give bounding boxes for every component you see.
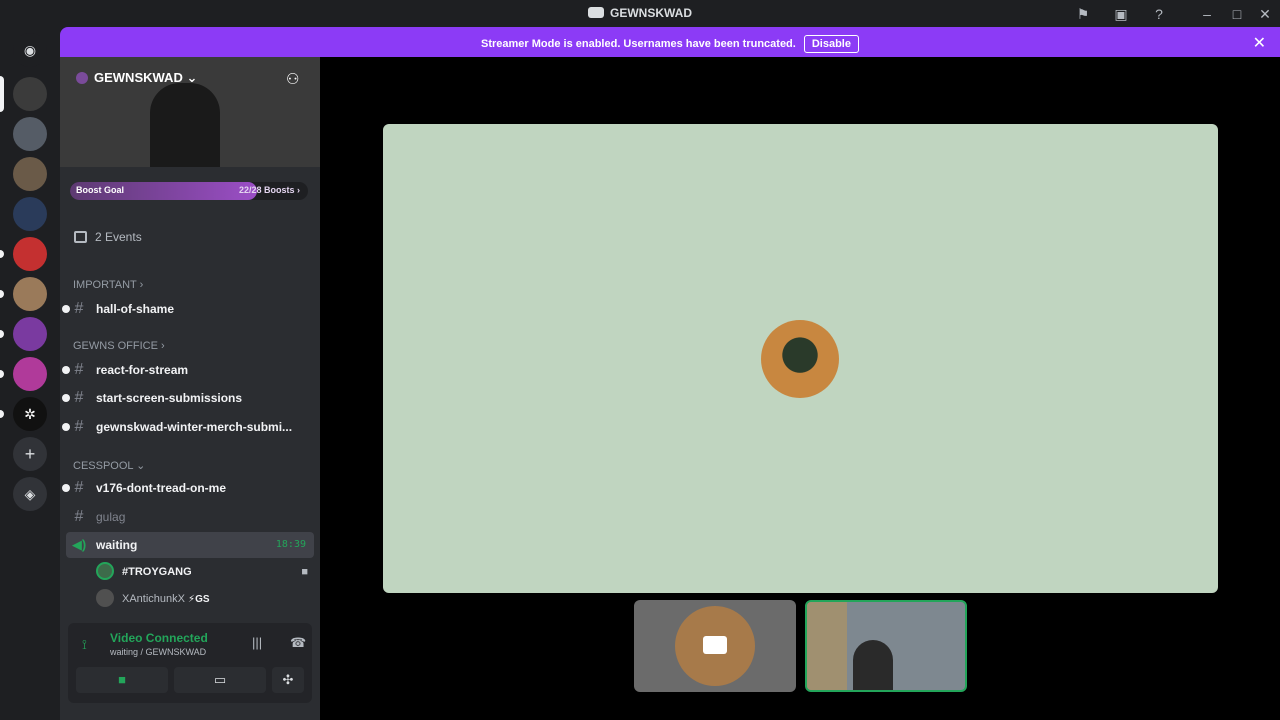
server-icon[interactable] bbox=[13, 277, 47, 311]
camera-button[interactable]: ■ bbox=[76, 667, 168, 693]
active-server-pill bbox=[0, 76, 4, 112]
boost-goal-label: Boost Goal bbox=[76, 185, 125, 195]
streamer-mode-banner: Streamer Mode is enabled. Usernames have… bbox=[60, 27, 1280, 57]
signal-icon[interactable]: ⟟ bbox=[82, 637, 87, 653]
text-channel-icon: # bbox=[74, 389, 84, 406]
server-icon[interactable] bbox=[13, 237, 47, 271]
banner-message: Streamer Mode is enabled. Usernames have… bbox=[481, 38, 796, 50]
camera-icon bbox=[703, 636, 727, 654]
server-icon[interactable]: ✲ bbox=[13, 397, 47, 431]
voice-channel-waiting[interactable]: ◀) waiting 18:39 bbox=[66, 532, 314, 558]
server-banner[interactable]: GEWNSKWAD ⌄ ⚇ bbox=[60, 57, 320, 167]
help-icon[interactable]: ? bbox=[1150, 5, 1168, 23]
unread-dot bbox=[62, 305, 70, 313]
server-icon-gewnskwad[interactable] bbox=[13, 77, 47, 111]
server-badge-icon bbox=[76, 72, 88, 84]
noise-suppression-icon[interactable]: ||| bbox=[252, 635, 262, 650]
disconnect-icon[interactable]: ☎ bbox=[290, 635, 306, 651]
server-icon[interactable] bbox=[13, 117, 47, 151]
server-name-dropdown[interactable]: GEWNSKWAD ⌄ bbox=[76, 70, 197, 86]
discover-icon[interactable]: ◈ bbox=[13, 477, 47, 511]
title-bar: GEWNSKWAD ⚑ ▣ ? – □ ✕ bbox=[0, 0, 1280, 27]
channel-hall-of-shame[interactable]: # hall-of-shame bbox=[62, 296, 314, 322]
camera-icon: ■ bbox=[301, 566, 308, 578]
flag-icon[interactable]: ⚑ bbox=[1074, 5, 1092, 23]
participant-avatar bbox=[761, 320, 839, 398]
server-rail: ◉ ✲ + ◈ bbox=[0, 27, 60, 720]
server-icon[interactable] bbox=[13, 357, 47, 391]
focused-participant-tile[interactable] bbox=[383, 124, 1218, 593]
channel-sidebar: GEWNSKWAD ⌄ ⚇ Boost Goal 22/28 Boosts › … bbox=[60, 57, 320, 720]
avatar bbox=[96, 589, 114, 607]
video-frame bbox=[853, 640, 893, 690]
server-icon[interactable] bbox=[13, 317, 47, 351]
category-cesspool[interactable]: CESSPOOL ⌄ bbox=[73, 459, 145, 472]
avatar bbox=[96, 562, 114, 580]
banner-image bbox=[150, 83, 220, 167]
disable-button[interactable]: Disable bbox=[803, 35, 859, 53]
unread-pill bbox=[0, 370, 4, 378]
voice-location[interactable]: waiting / GEWNSKWAD bbox=[110, 647, 206, 657]
events-link[interactable]: 2 Events bbox=[74, 230, 142, 244]
server-logo-icon bbox=[588, 7, 604, 18]
voice-user[interactable]: XAntichunkX ⚡GS bbox=[96, 588, 210, 610]
chevron-down-icon: ⌄ bbox=[186, 70, 198, 85]
text-channel-icon: # bbox=[74, 418, 84, 435]
screen-share-button[interactable]: ▭ bbox=[174, 667, 266, 693]
text-channel-icon: # bbox=[74, 508, 84, 525]
server-icon[interactable] bbox=[13, 157, 47, 191]
user-tag: ⚡GS bbox=[188, 594, 210, 605]
add-server-icon[interactable]: + bbox=[13, 437, 47, 471]
channel-v176[interactable]: # v176-dont-tread-on-me bbox=[62, 475, 314, 501]
close-banner-icon[interactable]: ✕ bbox=[1253, 33, 1266, 53]
unread-pill bbox=[0, 250, 4, 258]
video-frame bbox=[807, 602, 847, 690]
video-stage bbox=[320, 57, 1280, 720]
participant-tile[interactable] bbox=[634, 600, 796, 692]
maximize-icon[interactable]: □ bbox=[1228, 5, 1246, 23]
discord-home-icon[interactable]: ◉ bbox=[13, 33, 47, 67]
unread-pill bbox=[0, 330, 4, 338]
server-icon[interactable] bbox=[13, 197, 47, 231]
text-channel-icon: # bbox=[74, 300, 84, 317]
text-channel-icon: # bbox=[74, 361, 84, 378]
calendar-icon bbox=[74, 231, 87, 243]
channel-start-screen-submissions[interactable]: # start-screen-submissions bbox=[62, 385, 314, 411]
voice-timer: 18:39 bbox=[275, 539, 306, 550]
speaker-icon: ◀) bbox=[71, 537, 87, 552]
boost-count: 22/28 Boosts › bbox=[238, 185, 300, 195]
unread-pill bbox=[0, 290, 4, 298]
activities-button[interactable]: ✣ bbox=[272, 667, 304, 693]
inbox-icon[interactable]: ▣ bbox=[1112, 5, 1130, 23]
voice-panel: ⟟ Video Connected waiting / GEWNSKWAD ||… bbox=[68, 623, 312, 703]
unread-pill bbox=[0, 410, 4, 418]
participant-video-tile[interactable] bbox=[805, 600, 967, 692]
close-icon[interactable]: ✕ bbox=[1256, 5, 1274, 23]
channel-winter-merch[interactable]: # gewnskwad-winter-merch-submi... bbox=[62, 414, 314, 440]
minimize-icon[interactable]: – bbox=[1198, 5, 1216, 23]
category-important[interactable]: IMPORTANT › bbox=[73, 279, 143, 291]
voice-user[interactable]: #TROYGANG ■ bbox=[96, 561, 308, 583]
channel-gulag[interactable]: # gulag bbox=[66, 504, 314, 530]
voice-status[interactable]: Video Connected bbox=[110, 631, 208, 645]
invite-people-icon[interactable]: ⚇ bbox=[286, 70, 299, 88]
category-gewns-office[interactable]: GEWNS OFFICE › bbox=[73, 340, 165, 352]
channel-react-for-stream[interactable]: # react-for-stream bbox=[62, 357, 314, 383]
boost-goal-bar[interactable]: Boost Goal 22/28 Boosts › bbox=[70, 182, 308, 200]
text-channel-icon: # bbox=[74, 479, 84, 496]
